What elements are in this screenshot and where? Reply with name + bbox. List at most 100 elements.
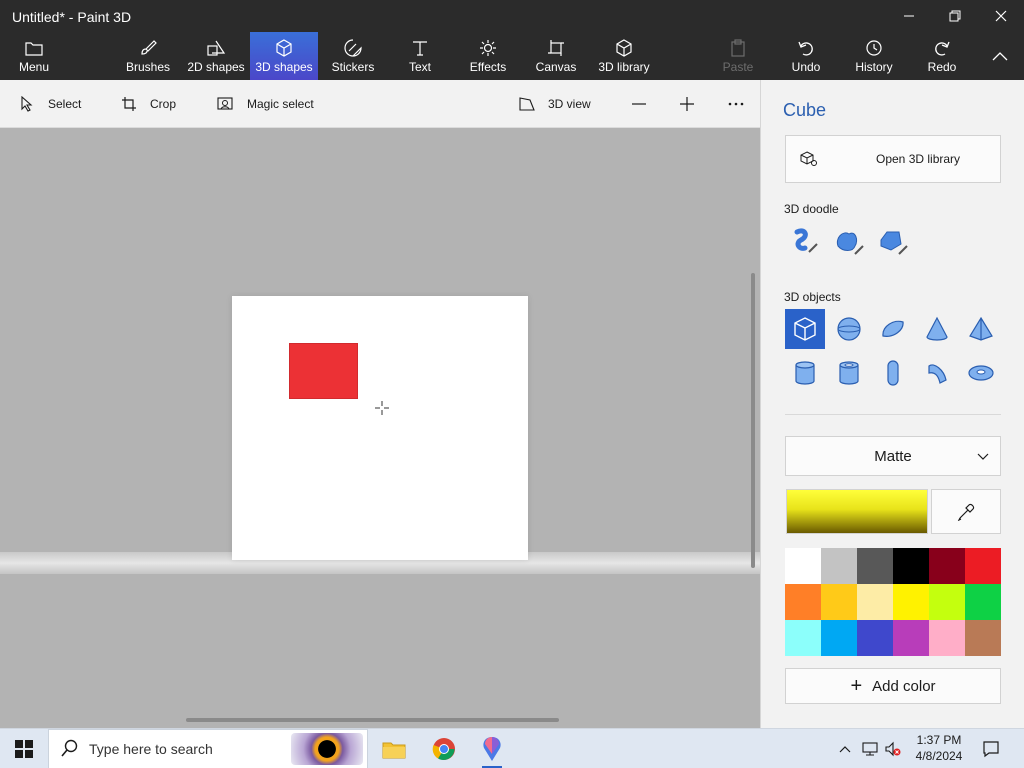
2d-shapes-icon bbox=[206, 38, 226, 58]
sphere-icon bbox=[837, 317, 861, 341]
palette-swatch[interactable] bbox=[965, 548, 1001, 584]
soft-doodle-icon bbox=[836, 232, 864, 255]
tab-effects[interactable]: Effects bbox=[466, 32, 510, 80]
soft-edge-doodle-button[interactable] bbox=[833, 226, 865, 258]
file-explorer-button[interactable] bbox=[374, 733, 414, 765]
tab-label: 2D shapes bbox=[187, 60, 245, 74]
horizontal-scrollbar[interactable] bbox=[186, 718, 559, 722]
palette-swatch[interactable] bbox=[785, 584, 821, 620]
magic-select-label: Magic select bbox=[247, 97, 314, 111]
eyedropper-button[interactable] bbox=[931, 489, 1001, 534]
3d-objects-heading: 3D objects bbox=[784, 290, 841, 304]
palette-swatch[interactable] bbox=[893, 620, 929, 656]
close-button[interactable] bbox=[978, 0, 1024, 32]
capsule-object-button[interactable] bbox=[873, 353, 913, 393]
palette-swatch[interactable] bbox=[857, 548, 893, 584]
tab-brushes[interactable]: Brushes bbox=[122, 32, 174, 80]
tab-2d-shapes[interactable]: 2D shapes bbox=[184, 32, 248, 80]
3d-view-label: 3D view bbox=[548, 97, 591, 111]
3d-view-button[interactable]: 3D view bbox=[518, 80, 591, 128]
palette-swatch[interactable] bbox=[893, 548, 929, 584]
restore-button[interactable] bbox=[932, 0, 978, 32]
palette-swatch[interactable] bbox=[929, 584, 965, 620]
history-icon bbox=[864, 38, 884, 58]
chrome-button[interactable] bbox=[424, 733, 464, 765]
ribbon: Menu Brushes 2D shapes 3D shapes Sticker… bbox=[0, 32, 1024, 80]
show-hidden-icons-button[interactable] bbox=[838, 729, 852, 768]
vertical-scrollbar[interactable] bbox=[751, 273, 755, 568]
tab-label: 3D library bbox=[598, 60, 650, 74]
canvas[interactable] bbox=[232, 296, 528, 560]
tab-3d-shapes[interactable]: 3D shapes bbox=[250, 32, 318, 80]
start-button[interactable] bbox=[0, 729, 48, 768]
volume-button[interactable] bbox=[884, 729, 902, 768]
history-button[interactable]: History bbox=[852, 32, 896, 80]
workspace[interactable] bbox=[0, 128, 760, 728]
tab-label: Stickers bbox=[331, 60, 375, 74]
3d-library-icon bbox=[614, 38, 634, 58]
clock[interactable]: 1:37 PM 4/8/2024 bbox=[904, 732, 974, 764]
cube-object-button[interactable] bbox=[785, 309, 825, 349]
menu-button[interactable]: Menu bbox=[12, 32, 56, 80]
clock-date: 4/8/2024 bbox=[915, 749, 963, 763]
network-button[interactable] bbox=[862, 729, 880, 768]
select-button[interactable]: Select bbox=[18, 80, 81, 128]
collapse-ribbon-button[interactable] bbox=[986, 32, 1014, 80]
paste-button[interactable]: Paste bbox=[720, 32, 756, 80]
palette-swatch[interactable] bbox=[965, 584, 1001, 620]
minus-icon bbox=[632, 103, 646, 105]
material-dropdown[interactable]: Matte bbox=[785, 436, 1001, 476]
plus-icon bbox=[680, 97, 694, 111]
select-label: Select bbox=[48, 97, 82, 111]
crop-label: Crop bbox=[150, 97, 177, 111]
open-3d-library-button[interactable]: Open 3D library bbox=[785, 135, 1001, 183]
palette-swatch[interactable] bbox=[893, 584, 929, 620]
panel-divider bbox=[785, 414, 1001, 415]
red-rectangle-shape[interactable] bbox=[289, 343, 358, 399]
redo-button[interactable]: Redo bbox=[924, 32, 960, 80]
palette-swatch[interactable] bbox=[821, 620, 857, 656]
pyramid-object-button[interactable] bbox=[961, 309, 1001, 349]
palette-swatch[interactable] bbox=[821, 584, 857, 620]
add-color-button[interactable]: + Add color bbox=[785, 668, 1001, 704]
undo-button[interactable]: Undo bbox=[788, 32, 824, 80]
capsule-icon bbox=[887, 360, 899, 386]
palette-swatch[interactable] bbox=[929, 620, 965, 656]
magic-select-icon bbox=[217, 95, 235, 113]
palette-swatch[interactable] bbox=[929, 548, 965, 584]
cylinder-object-button[interactable] bbox=[785, 353, 825, 393]
tab-text[interactable]: Text bbox=[400, 32, 440, 80]
palette-swatch[interactable] bbox=[965, 620, 1001, 656]
tab-3d-library[interactable]: 3D library bbox=[596, 32, 652, 80]
close-icon bbox=[995, 10, 1007, 22]
brush-icon bbox=[138, 38, 158, 58]
zoom-in-button[interactable] bbox=[678, 80, 696, 128]
tab-canvas[interactable]: Canvas bbox=[534, 32, 578, 80]
palette-swatch[interactable] bbox=[785, 548, 821, 584]
curved-cylinder-icon bbox=[928, 364, 947, 384]
zoom-out-button[interactable] bbox=[630, 80, 648, 128]
tab-stickers[interactable]: Stickers bbox=[328, 32, 378, 80]
taskbar-search[interactable]: Type here to search bbox=[48, 729, 368, 768]
tube-object-button[interactable] bbox=[829, 353, 869, 393]
action-center-button[interactable] bbox=[982, 729, 1000, 768]
tube-doodle-button[interactable] bbox=[877, 226, 909, 258]
current-color-swatch[interactable] bbox=[786, 489, 928, 534]
palette-swatch[interactable] bbox=[857, 584, 893, 620]
sharp-edge-doodle-button[interactable] bbox=[789, 226, 821, 258]
material-value: Matte bbox=[874, 447, 912, 465]
hemisphere-object-button[interactable] bbox=[873, 309, 913, 349]
palette-swatch[interactable] bbox=[785, 620, 821, 656]
sphere-object-button[interactable] bbox=[829, 309, 869, 349]
menu-label: Menu bbox=[18, 60, 50, 74]
palette-swatch[interactable] bbox=[821, 548, 857, 584]
donut-object-button[interactable] bbox=[961, 353, 1001, 393]
minimize-button[interactable] bbox=[886, 0, 932, 32]
curved-cylinder-object-button[interactable] bbox=[917, 353, 957, 393]
crop-button[interactable]: Crop bbox=[120, 80, 176, 128]
more-options-button[interactable] bbox=[727, 80, 745, 128]
palette-swatch[interactable] bbox=[857, 620, 893, 656]
magic-select-button[interactable]: Magic select bbox=[217, 80, 314, 128]
cone-object-button[interactable] bbox=[917, 309, 957, 349]
paint-3d-taskbar-button[interactable] bbox=[472, 733, 512, 768]
